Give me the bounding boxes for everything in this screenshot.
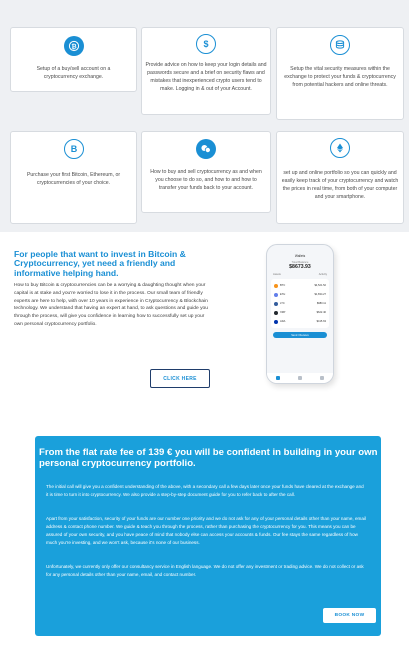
asset-name: LTC — [280, 302, 285, 305]
phone-asset-row: LTC $980.11 — [274, 299, 326, 308]
svg-text:$: $ — [203, 39, 208, 49]
chart-icon — [298, 376, 302, 380]
asset-name: BTC — [280, 284, 286, 287]
phone-asset-list: BTC $4,521.52 ETH $1,834.27 LTC $980.11 … — [271, 279, 329, 328]
home-icon — [276, 376, 280, 380]
phone-title: Wallets — [294, 254, 306, 258]
asset-value: $4,521.52 — [314, 284, 326, 287]
pricing-heading: From the flat rate fee of 139 € you will… — [39, 447, 378, 469]
bitcoin-icon: ₿ — [63, 36, 84, 56]
phone-nav-bar — [267, 373, 333, 383]
service-card-exchange-setup: ₿ Setup of a buy/sell account on a crypt… — [10, 27, 137, 92]
asset-value: $980.11 — [316, 302, 326, 305]
service-card-buy-sell: How to buy and sell cryptocurrency as an… — [141, 131, 271, 213]
service-text: Purchase your first Bitcoin, Ethereum, o… — [26, 172, 121, 186]
about-paragraph: How to buy Bitcoin & cryptocurrencies ca… — [14, 283, 208, 327]
phone-tab: Activity — [318, 273, 327, 276]
pricing-section: From the flat rate fee of 139 € you will… — [0, 412, 409, 660]
phone-status-bar — [267, 245, 333, 254]
service-card-security-measures: Setup the vital security measures within… — [276, 27, 404, 120]
exchange-chat-icon — [196, 139, 216, 159]
asset-value: $1,834.27 — [314, 293, 326, 296]
phone-asset-row: BTC $4,521.52 — [274, 281, 326, 290]
coin-icon — [274, 310, 278, 315]
service-text: Provide advice on how to keep your login… — [145, 62, 267, 92]
service-text: Setup of a buy/sell account on a cryptoc… — [36, 66, 111, 80]
service-text: Setup the vital security measures within… — [284, 66, 396, 88]
coin-stack-icon — [330, 35, 350, 55]
pricing-paragraph-3: Unfortunately, we currently only offer o… — [46, 564, 364, 577]
coin-icon — [274, 292, 278, 297]
phone-asset-row: ETH $1,834.27 — [274, 290, 326, 299]
service-card-security-advice: $ Provide advice on how to keep your log… — [141, 27, 271, 115]
ethereum-icon — [330, 138, 350, 158]
asset-name: ETH — [280, 293, 286, 296]
phone-tab: Assets — [273, 273, 281, 276]
asset-name: ADA — [280, 320, 286, 323]
asset-value: $622.40 — [316, 311, 326, 314]
about-heading: For people that want to invest in Bitcoi… — [14, 249, 186, 278]
about-section: For people that want to invest in Bitcoi… — [0, 232, 409, 412]
asset-name: XRP — [280, 311, 286, 314]
phone-tabs: Assets Activity — [267, 273, 333, 276]
phone-asset-row: XRP $622.40 — [274, 308, 326, 317]
phone-balance: $8673.93 — [289, 264, 311, 270]
bitcoin-outline-icon: B — [63, 139, 84, 159]
coin-icon — [274, 301, 278, 306]
pricing-paragraph-1: The initial call will give you a confide… — [46, 484, 364, 497]
coin-icon — [274, 319, 278, 324]
service-card-portfolio: set up and online portfolio so you can q… — [276, 131, 404, 224]
pricing-paragraph-2: Apart from your satisfaction, security o… — [46, 516, 366, 545]
dollar-icon: $ — [196, 34, 216, 54]
svg-text:₿: ₿ — [71, 42, 76, 50]
book-now-button[interactable]: BOOK NOW — [323, 608, 376, 623]
services-section: ₿ Setup of a buy/sell account on a crypt… — [0, 0, 409, 232]
phone-asset-row: ADA $415.63 — [274, 317, 326, 326]
pricing-box: From the flat rate fee of 139 € you will… — [35, 436, 381, 636]
phone-send-button: Send / Receive — [273, 332, 327, 338]
coin-icon — [274, 283, 278, 288]
service-text: How to buy and sell cryptocurrency as an… — [150, 169, 262, 191]
svg-text:B: B — [70, 144, 77, 154]
wallet-icon — [320, 376, 324, 380]
asset-value: $415.63 — [316, 320, 326, 323]
service-card-first-purchase: B Purchase your first Bitcoin, Ethereum,… — [10, 131, 137, 224]
click-here-button[interactable]: CLICK HERE — [150, 369, 210, 388]
phone-mockup: Wallets Total Balance $8673.93 Assets Ac… — [266, 244, 334, 384]
service-text: set up and online portfolio so you can q… — [281, 170, 399, 200]
